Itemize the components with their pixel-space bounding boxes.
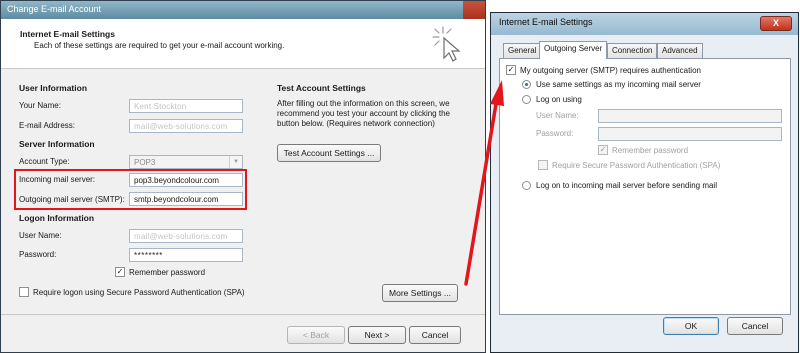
use-same-settings-label: Use same settings as my incoming mail se… <box>536 80 701 89</box>
left-window-titlebar[interactable]: Change E-mail Account <box>1 1 485 19</box>
remember-password-label: Remember password <box>129 268 206 277</box>
use-same-settings-radio[interactable] <box>522 80 531 89</box>
right-window-title: Internet E-mail Settings <box>499 17 593 27</box>
auth-password-input[interactable] <box>598 127 782 141</box>
tab-general[interactable]: General <box>503 43 542 58</box>
user-info-heading: User Information <box>19 83 88 93</box>
log-on-incoming-label: Log on to incoming mail server before se… <box>536 181 717 190</box>
footer-divider <box>1 314 485 315</box>
auth-password-label: Password: <box>536 129 574 138</box>
email-address-input[interactable]: mail@web-solutions.com <box>129 119 243 133</box>
log-on-using-radio[interactable] <box>522 95 531 104</box>
tab-connection[interactable]: Connection <box>607 43 658 58</box>
test-settings-heading: Test Account Settings <box>277 83 366 93</box>
tab-outgoing-server[interactable]: Outgoing Server <box>539 41 608 59</box>
next-button[interactable]: Next > <box>348 326 406 344</box>
spa-label: Require logon using Secure Password Auth… <box>33 288 245 297</box>
account-type-select[interactable]: POP3 ▼ <box>129 155 243 169</box>
spa-checkbox[interactable] <box>19 287 29 297</box>
log-on-using-label: Log on using <box>536 95 582 104</box>
back-button[interactable]: < Back <box>287 326 345 344</box>
chevron-down-icon: ▼ <box>229 156 242 168</box>
dialog-cancel-button[interactable]: Cancel <box>727 317 783 335</box>
server-highlight-box <box>14 169 247 210</box>
auth-username-label: User Name: <box>536 111 579 120</box>
password-label: Password: <box>19 250 57 259</box>
internet-email-settings-dialog: Internet E-mail Settings X General Outgo… <box>490 12 799 353</box>
account-type-value: POP3 <box>134 158 156 167</box>
tab-advanced[interactable]: Advanced <box>657 43 703 58</box>
auth-remember-label: Remember password <box>612 146 689 155</box>
auth-spa-label: Require Secure Password Authentication (… <box>552 161 721 170</box>
smtp-auth-checkbox[interactable]: ✓ <box>506 65 516 75</box>
left-window-close-button[interactable] <box>463 1 485 19</box>
user-name-label: User Name: <box>19 231 62 240</box>
header-panel: Internet E-mail Settings Each of these s… <box>1 19 485 69</box>
test-settings-description: After filling out the information on thi… <box>277 99 450 128</box>
smtp-auth-label: My outgoing server (SMTP) requires authe… <box>520 66 701 75</box>
header-title: Internet E-mail Settings <box>20 29 115 39</box>
auth-spa-checkbox[interactable] <box>538 160 548 170</box>
right-window-titlebar[interactable]: Internet E-mail Settings <box>491 13 798 35</box>
left-window-title: Change E-mail Account <box>7 4 102 14</box>
user-name-input[interactable]: mail@web-solutions.com <box>129 229 243 243</box>
more-settings-button[interactable]: More Settings ... <box>382 284 458 302</box>
cursor-sparkle-icon <box>432 26 461 62</box>
account-type-label: Account Type: <box>19 157 70 166</box>
outgoing-server-panel: ✓ My outgoing server (SMTP) requires aut… <box>499 58 791 315</box>
server-info-heading: Server Information <box>19 139 95 149</box>
log-on-incoming-radio[interactable] <box>522 181 531 190</box>
cancel-button[interactable]: Cancel <box>409 326 461 344</box>
email-address-label: E-mail Address: <box>19 121 76 130</box>
close-icon[interactable]: X <box>760 16 792 31</box>
auth-username-input[interactable] <box>598 109 782 123</box>
your-name-input[interactable]: Kent Stockton <box>129 99 243 113</box>
ok-button[interactable]: OK <box>663 317 719 335</box>
password-input[interactable]: ******** <box>129 248 243 262</box>
your-name-label: Your Name: <box>19 101 61 110</box>
test-account-settings-button[interactable]: Test Account Settings ... <box>277 144 381 162</box>
auth-remember-checkbox[interactable]: ✓ <box>598 145 608 155</box>
header-subtitle: Each of these settings are required to g… <box>34 41 285 50</box>
change-email-account-window: Change E-mail Account Internet E-mail Se… <box>0 0 486 353</box>
logon-info-heading: Logon Information <box>19 213 95 223</box>
remember-password-checkbox[interactable]: ✓ <box>115 267 125 277</box>
